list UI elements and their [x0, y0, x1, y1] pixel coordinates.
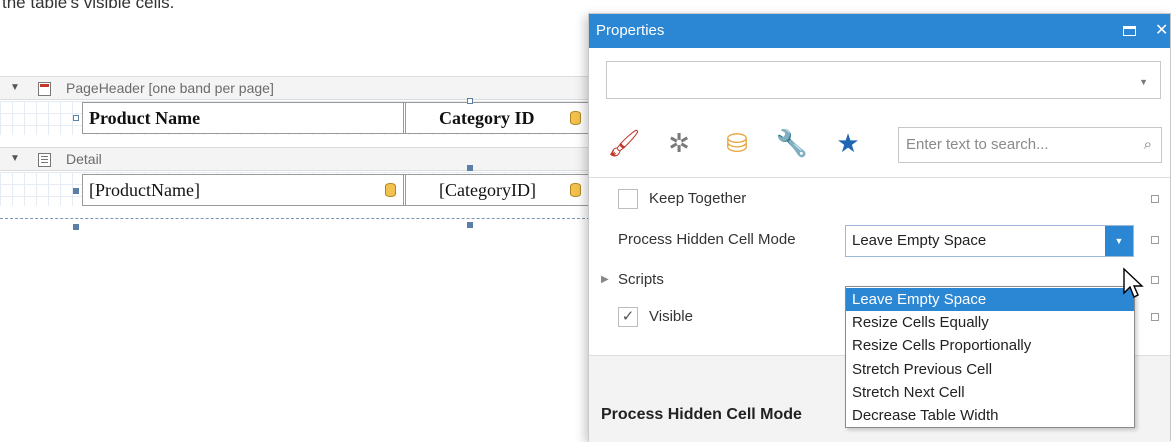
properties-panel: Properties ✕ ▼ 🖌 ✲ ⛁ 🔧 ★ Enter text to s…	[588, 13, 1171, 442]
search-input[interactable]: Enter text to search... ⌕	[898, 127, 1162, 163]
selection-handle[interactable]	[73, 224, 79, 230]
property-marker-icon[interactable]	[1151, 313, 1159, 321]
report-designer: ▼ PageHeader [one band per page] Product…	[0, 76, 590, 276]
process-hidden-cell-mode-dropdown[interactable]: Leave Empty Space Resize Cells Equally R…	[845, 286, 1135, 428]
properties-title-bar: Properties ✕	[589, 14, 1170, 48]
band-boundary-line	[0, 218, 590, 219]
database-icon[interactable]: ⛁	[720, 126, 754, 160]
caption-text: the table's visible cells.	[2, 0, 175, 12]
band-pageheader[interactable]: ▼ PageHeader [one band per page]	[0, 76, 590, 100]
gear-icon[interactable]: ✲	[662, 126, 696, 160]
detail-cell-category-id[interactable]: [CategoryID]	[433, 175, 583, 205]
keep-together-checkbox[interactable]	[618, 189, 638, 209]
panel-title: Properties	[596, 22, 665, 39]
cell-divider	[403, 103, 406, 133]
selection-handle[interactable]	[73, 115, 79, 121]
pageheader-band-area: Product Name Category ID	[0, 98, 590, 135]
collapse-arrow-icon[interactable]: ▼	[10, 148, 20, 170]
property-row-process-hidden-cell-mode[interactable]: Process Hidden Cell Mode Leave Empty Spa…	[589, 220, 1170, 260]
detail-band-icon	[38, 153, 51, 167]
dropdown-option[interactable]: Resize Cells Proportionally	[846, 334, 1134, 357]
expand-arrow-icon[interactable]: ▶	[601, 260, 609, 300]
dropdown-option[interactable]: Resize Cells Equally	[846, 311, 1134, 334]
database-icon	[570, 111, 581, 125]
cell-divider	[403, 175, 406, 205]
property-tabs: 🖌 ✲ ⛁ 🔧 ★ Enter text to search... ⌕	[589, 118, 1170, 168]
wrench-icon[interactable]: 🔧	[775, 126, 809, 160]
detail-band-area: [ProductName] [CategoryID]	[0, 165, 590, 206]
selection-handle[interactable]	[73, 188, 79, 194]
chevron-down-icon[interactable]: ▼	[1139, 77, 1148, 87]
header-cell-product-name[interactable]: Product Name	[83, 103, 403, 133]
collapse-arrow-icon[interactable]: ▼	[10, 77, 20, 99]
search-icon[interactable]: ⌕	[1144, 128, 1152, 162]
dropdown-option[interactable]: Stretch Previous Cell	[846, 358, 1134, 381]
dropdown-option[interactable]: Stretch Next Cell	[846, 381, 1134, 404]
selection-handle[interactable]	[467, 165, 473, 171]
band-pageheader-title: PageHeader [one band per page]	[66, 80, 274, 96]
dropdown-option[interactable]: Leave Empty Space	[846, 288, 1134, 312]
combo-value: Leave Empty Space	[852, 232, 987, 249]
maximize-icon[interactable]	[1123, 26, 1136, 36]
star-icon[interactable]: ★	[831, 126, 865, 160]
description-title: Process Hidden Cell Mode	[601, 406, 802, 423]
visible-label: Visible	[649, 308, 693, 325]
database-icon	[570, 183, 581, 197]
dropdown-option[interactable]: Decrease Table Width	[846, 404, 1134, 427]
property-marker-icon[interactable]	[1151, 236, 1159, 244]
band-detail-title: Detail	[66, 151, 102, 167]
process-hidden-cell-mode-label: Process Hidden Cell Mode	[618, 231, 796, 248]
mouse-cursor-icon	[1123, 267, 1144, 298]
object-selector-combo[interactable]: ▼	[606, 61, 1161, 99]
header-cell-category-id[interactable]: Category ID	[433, 103, 583, 133]
page-header-band-icon	[38, 82, 51, 96]
property-marker-icon[interactable]	[1151, 276, 1159, 284]
search-placeholder: Enter text to search...	[906, 136, 1049, 153]
band-detail[interactable]: ▼ Detail	[0, 147, 590, 171]
close-icon[interactable]: ✕	[1155, 14, 1168, 48]
visible-checkbox[interactable]: ✓	[618, 307, 638, 327]
scripts-label: Scripts	[618, 271, 664, 288]
selection-handle[interactable]	[467, 222, 473, 228]
chevron-down-icon[interactable]: ▼	[1105, 226, 1133, 256]
property-marker-icon[interactable]	[1151, 195, 1159, 203]
divider	[589, 177, 1170, 178]
process-hidden-cell-mode-combo[interactable]: Leave Empty Space ▼	[845, 225, 1134, 257]
detail-cell-product-name[interactable]: [ProductName]	[83, 175, 383, 205]
selection-handle[interactable]	[467, 98, 473, 104]
keep-together-label: Keep Together	[649, 190, 747, 207]
property-row-keep-together[interactable]: Keep Together	[589, 179, 1170, 219]
header-table-row[interactable]: Product Name Category ID	[82, 102, 590, 134]
detail-table-row[interactable]: [ProductName] [CategoryID]	[82, 174, 590, 206]
brush-icon[interactable]: 🖌	[607, 126, 641, 160]
database-icon	[385, 183, 396, 197]
